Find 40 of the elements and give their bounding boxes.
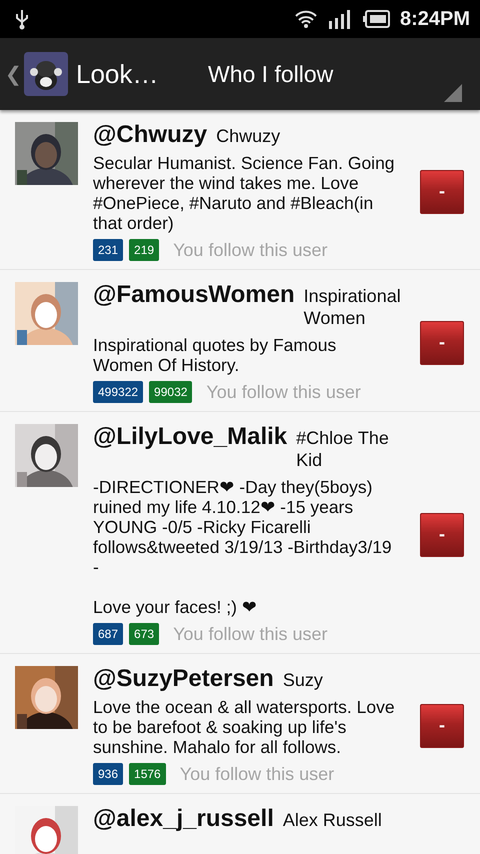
user-bio: Secular Humanist. Science Fan. Going wherever the wind takes me. Love #OnePiece, #Naruto and #Bleach(in that order) [93,153,396,233]
signal-icon [328,9,352,29]
clock-time: 8:24PM [400,8,470,30]
unfollow-button[interactable]: - [420,704,464,748]
user-name: Inspirational Women [304,285,401,329]
followers-count: 936 [93,763,124,785]
app-icon[interactable] [24,52,68,96]
unfollow-button[interactable]: - [420,170,464,214]
user-handle: @alex_j_russell [93,806,274,831]
battery-icon [362,10,390,28]
user-name: #Chloe The Kid [296,427,390,471]
followers-count: 231 [93,239,124,261]
follow-status: You follow this user [173,240,328,260]
user-handle: @SuzyPetersen [93,666,274,691]
user-name: Suzy [282,669,324,691]
back-caret[interactable]: ❮ [5,62,22,86]
usb-icon [14,8,30,30]
user-handle: @LilyLove_Malik [93,424,288,449]
user-name: Chwuzy [216,125,282,147]
wifi-icon [294,9,318,29]
followers-count: 499322 [93,381,144,403]
following-count: 99032 [149,381,192,403]
following-count: 219 [129,239,160,261]
user-bio: Love the ocean & all watersports. Love to be barefoot & soaking up life's sunshine. Mahalo for all follows. [93,697,396,757]
follow-status: You follow this user [173,624,328,644]
corner-triangle-icon[interactable] [444,84,462,102]
user-name: Alex Russell [282,809,383,831]
unfollow-button[interactable]: - [420,320,464,364]
unfollow-button[interactable]: - [420,512,464,556]
follow-status: You follow this user [180,764,334,784]
user-bio: -DIRECTIONER❤ -Day they(5boys) ruined my life 4.10.12❤ -15 years YOUNG -0/5 -Ricky Ficarelli follows&tweeted 3/19/13 -Birthday3/19 - Love your faces! ;) ❤ [93,477,393,617]
follow-status: You follow this user [206,382,361,402]
user-handle: @Chwuzy [93,122,208,147]
following-count: 1576 [129,763,166,785]
following-count: 673 [129,623,160,645]
user-bio: Inspirational quotes by Famous Women Of History. [93,335,338,375]
followers-count: 687 [93,623,124,645]
user-handle: @FamousWomen [93,282,295,307]
screen-title: Who I follow [208,60,334,88]
app-title[interactable]: Look… [76,58,196,90]
